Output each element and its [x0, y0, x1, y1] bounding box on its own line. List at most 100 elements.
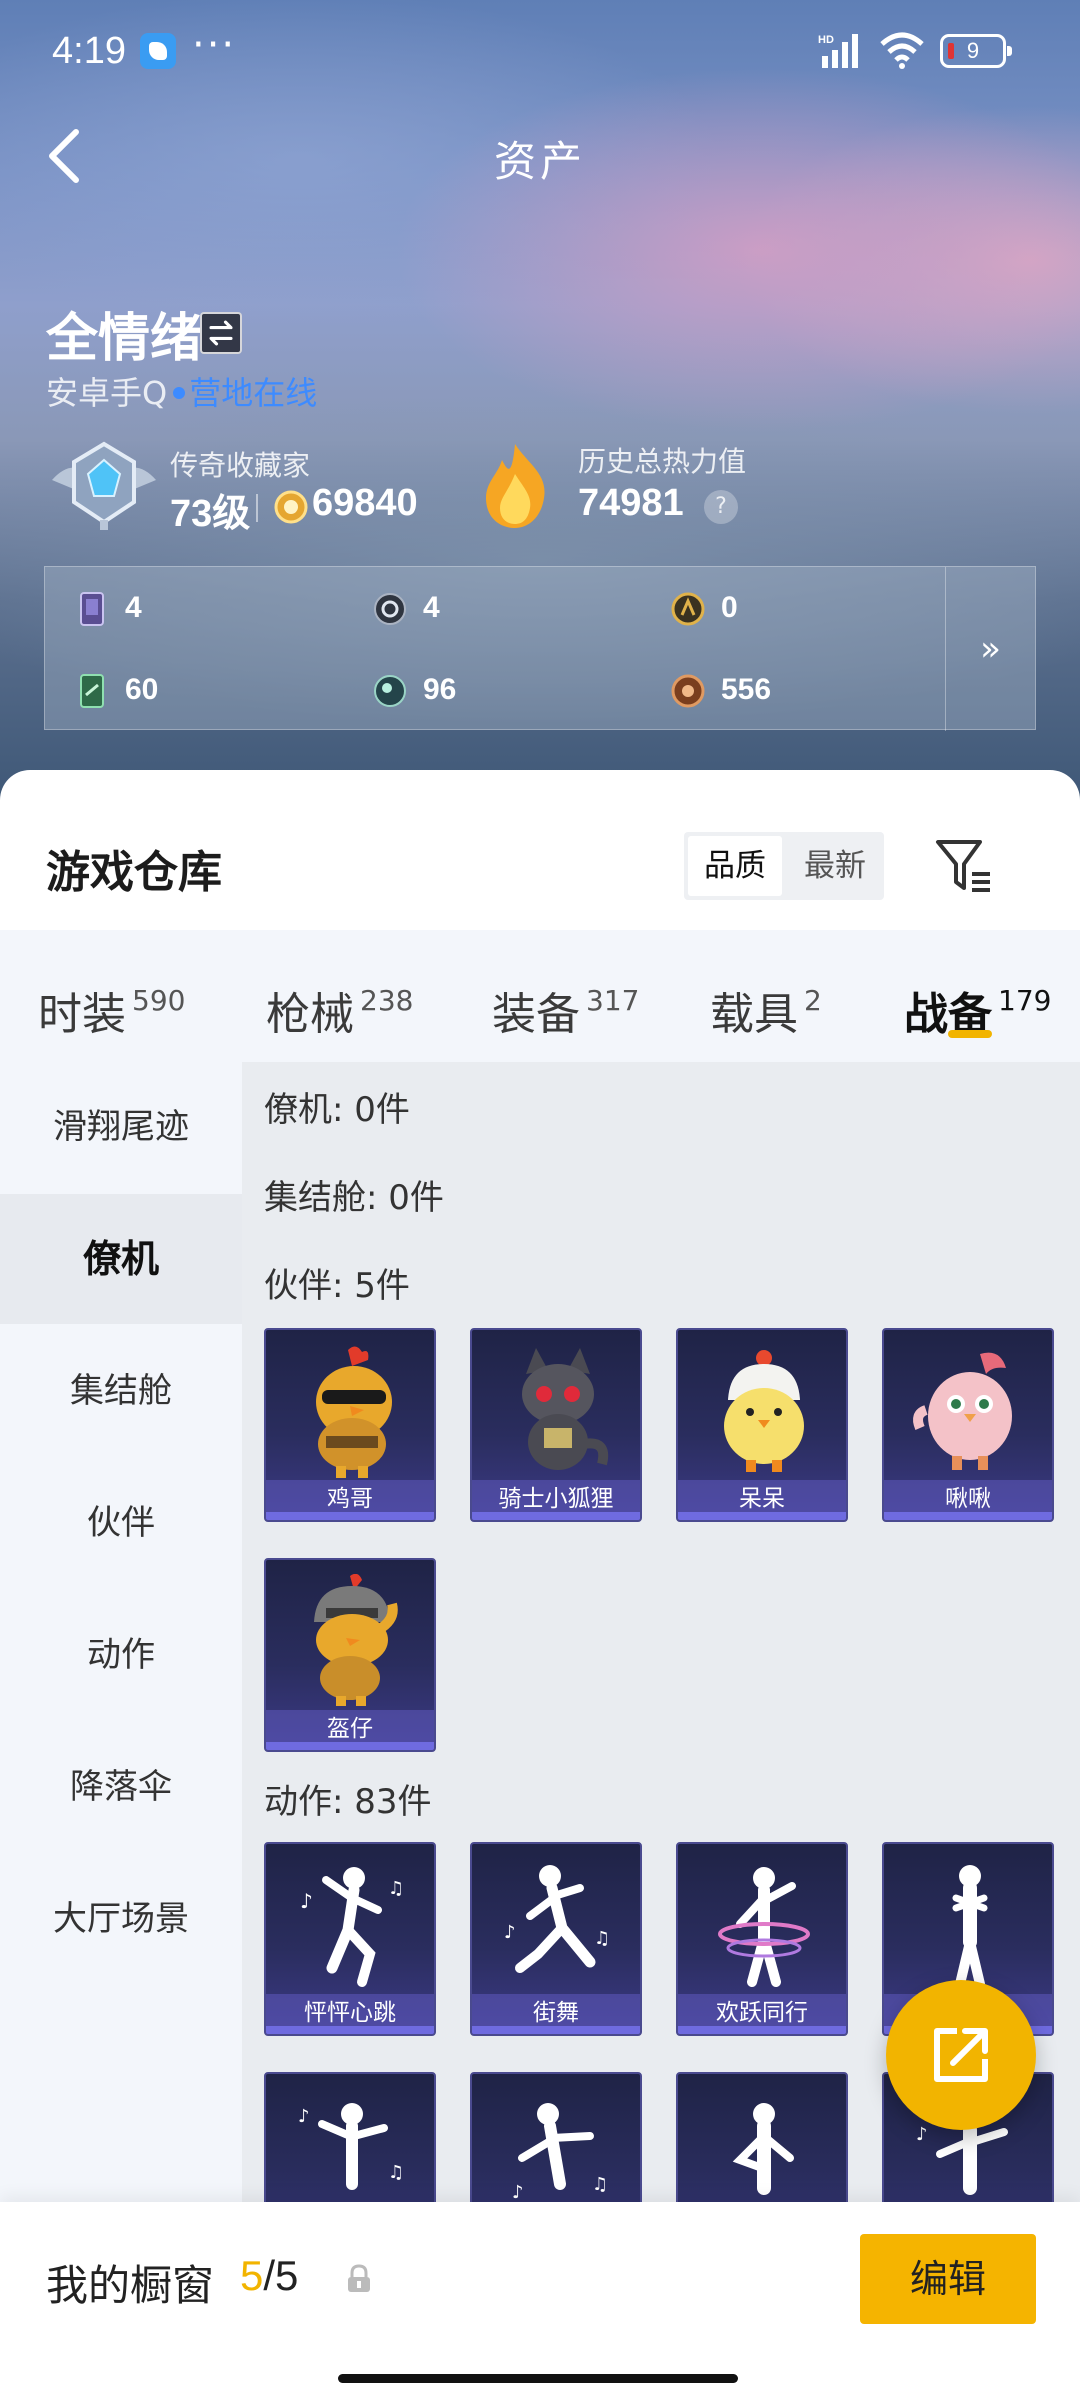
partner-name: 盔仔	[327, 1716, 373, 1742]
tab-label: 装备	[492, 989, 580, 1040]
sort-toggle: 品质 最新	[684, 832, 884, 900]
section-action: 动作: 83件	[264, 1782, 432, 1822]
page-title: 资产	[493, 137, 586, 186]
section-wingman: 僚机: 0件	[264, 1090, 410, 1130]
expand-stats-button[interactable]: »	[945, 567, 1035, 731]
tab-label: 枪械	[266, 989, 354, 1040]
app-notification-icon	[140, 33, 176, 69]
divider	[256, 494, 258, 522]
partner-card[interactable]: 呆呆	[676, 1328, 848, 1522]
switch-account-icon[interactable]	[200, 312, 242, 354]
help-icon[interactable]: ?	[704, 490, 738, 524]
action-name: 街舞	[533, 2000, 579, 2026]
online-dot-icon	[173, 387, 186, 399]
heat-value: 74981	[578, 482, 684, 524]
tab-count: 179	[998, 984, 1052, 1017]
partner-card[interactable]: 盔仔	[264, 1558, 436, 1752]
svg-text:HD: HD	[818, 34, 834, 46]
partner-name: 啾啾	[945, 1486, 991, 1512]
showcase-label: 我的橱窗	[46, 2261, 215, 2310]
svg-text:♪: ♪	[504, 1922, 516, 1943]
tab-label: 载具	[710, 989, 798, 1040]
partner-card[interactable]: 骑士小狐狸	[470, 1328, 642, 1522]
filter-icon[interactable]	[934, 836, 994, 896]
helmet-chick-partner-icon	[314, 1574, 398, 1706]
stat-value: 60	[125, 673, 159, 706]
coin-value: 69840	[312, 482, 418, 524]
tab-label: 时装	[38, 989, 126, 1040]
flame-icon	[486, 444, 545, 528]
knight-fox-partner-icon	[522, 1348, 609, 1470]
svg-text:♫: ♫	[594, 1928, 610, 1949]
wifi-icon	[880, 32, 924, 69]
warehouse-sheet: 游戏仓库 品质 最新 时装 590 枪械 238 装备 317 载具 2 战备 179 滑…	[0, 770, 1080, 2400]
sidebar-item-partner[interactable]: 伙伴	[0, 1458, 242, 1588]
asset-stats-panel[interactable]: 4 4 0 60 96 556 »	[44, 566, 1036, 731]
tab-count: 590	[132, 984, 186, 1017]
sort-newest-button[interactable]: 最新	[788, 836, 882, 896]
street-dance-pose-icon: ♪ ♫	[504, 1865, 610, 1973]
share-button[interactable]	[886, 1980, 1036, 2130]
tab-fashion[interactable]: 时装 590	[38, 930, 185, 1062]
tab-count: 2	[804, 984, 822, 1017]
showcase-count: 5/5	[240, 2252, 298, 2300]
tab-count: 238	[360, 984, 414, 1017]
section-pod: 集结舱: 0件	[264, 1178, 444, 1218]
online-status: 营地在线	[189, 374, 318, 412]
sidebar-item-glide-trail[interactable]: 滑翔尾迹	[0, 1062, 242, 1192]
pose-icon	[952, 1865, 988, 1989]
edit-showcase-button[interactable]: 编辑	[860, 2234, 1036, 2324]
tab-combat-gear[interactable]: 战备 179	[904, 930, 1051, 1062]
sidebar-item-parachute[interactable]: 降落伞	[0, 1722, 242, 1852]
home-indicator[interactable]	[338, 2374, 738, 2383]
showcase-bar: 我的橱窗 5/5 编辑	[0, 2202, 1080, 2400]
lock-icon	[348, 2264, 370, 2292]
section-partner: 伙伴: 5件	[264, 1266, 410, 1306]
daidai-partner-icon	[724, 1350, 804, 1472]
tab-count: 317	[586, 984, 640, 1017]
sidebar-item-wingman[interactable]: 僚机	[0, 1194, 242, 1324]
stat-value: 0	[721, 591, 738, 624]
showcase-total: /5	[263, 2252, 299, 2299]
dance-pose-icon: ♪ ♫	[300, 1867, 404, 1987]
category-tabs: 时装 590 枪械 238 装备 317 载具 2 战备 179	[0, 930, 1080, 1062]
collector-badge-icon	[52, 441, 156, 530]
user-platform: 安卓手Q 营地在线	[46, 368, 317, 414]
sidebar-item-action[interactable]: 动作	[0, 1590, 242, 1720]
card-icon	[80, 592, 104, 626]
svg-text:♪: ♪	[298, 2106, 310, 2127]
sort-quality-button[interactable]: 品质	[688, 836, 782, 896]
warehouse-title: 游戏仓库	[46, 847, 222, 898]
heat-title: 历史总热力值	[578, 445, 747, 478]
share-icon	[934, 2028, 988, 2082]
tab-vehicles[interactable]: 载具 2	[710, 930, 822, 1062]
collector-level: 73级	[170, 493, 251, 535]
partner-name: 骑士小狐狸	[498, 1486, 614, 1512]
svg-text:♫: ♫	[388, 1878, 404, 1899]
action-card[interactable]: 欢跃同行	[676, 1842, 848, 2036]
sidebar-item-lobby-scene[interactable]: 大厅场景	[0, 1854, 242, 1984]
sidebar-item-pod[interactable]: 集结舱	[0, 1326, 242, 1456]
tab-equipment[interactable]: 装备 317	[492, 930, 639, 1062]
profile-header: 4:19 ··· HD 9 资产 全情绪 安卓手Q 营地在线 传奇收藏家 73级…	[0, 0, 1080, 800]
active-tab-indicator	[948, 1030, 992, 1038]
tab-weapons[interactable]: 枪械 238	[266, 930, 413, 1062]
svg-text:♪: ♪	[300, 1889, 313, 1913]
action-card[interactable]: ♪ ♫ 街舞	[470, 1842, 642, 2036]
battery-icon: 9	[940, 34, 1012, 68]
svg-text:♫: ♫	[388, 2162, 404, 2183]
medal-icon	[671, 592, 705, 626]
user-name: 全情绪	[46, 309, 203, 369]
status-time: 4:19	[52, 30, 126, 72]
status-bar: 4:19 ··· HD 9	[0, 0, 1080, 100]
action-card[interactable]: ♪ ♫ 怦怦心跳	[264, 1842, 436, 2036]
partner-card[interactable]: 啾啾	[882, 1328, 1054, 1522]
token-icon	[374, 593, 406, 625]
stat-value: 4	[125, 591, 142, 624]
partner-card[interactable]: 鸡哥	[264, 1328, 436, 1522]
showcase-current: 5	[240, 2252, 264, 2299]
signal-icon: HD	[818, 34, 858, 68]
ticket-icon	[80, 674, 104, 708]
orb-icon	[374, 675, 406, 707]
stat-value: 96	[423, 673, 457, 706]
